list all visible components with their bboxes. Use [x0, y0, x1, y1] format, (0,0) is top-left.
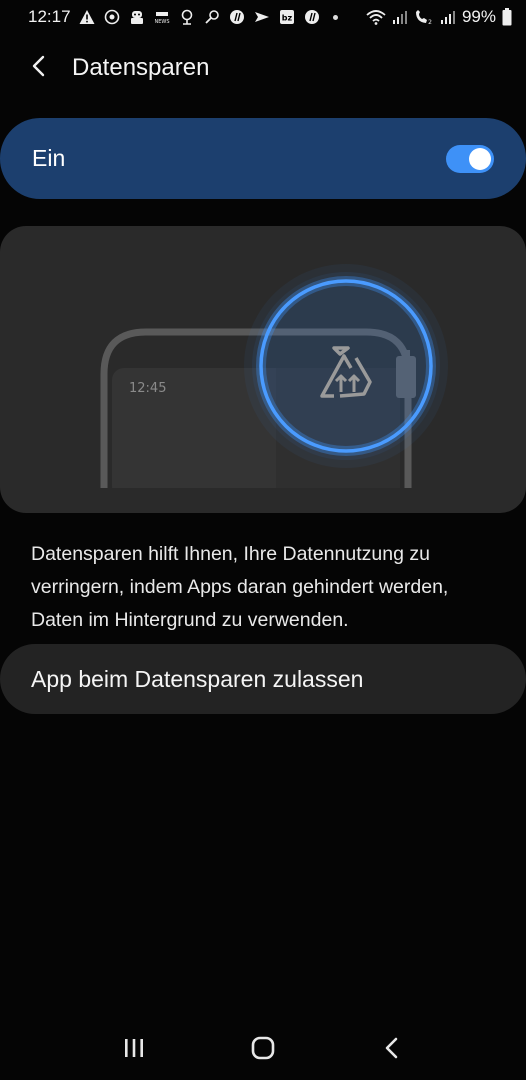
back-icon	[382, 1036, 402, 1065]
system-icons: 2 99%	[366, 7, 512, 27]
target-icon	[104, 9, 120, 25]
data-saver-illustration: 12:45	[100, 264, 448, 488]
svg-text:2: 2	[428, 19, 432, 25]
master-switch-label: Ein	[32, 145, 66, 171]
status-bar: 12:17 NEWS bz 2 99%	[0, 0, 526, 34]
svg-text:bz: bz	[281, 14, 292, 23]
description-text: Datensparen hilft Ihnen, Ihre Datennutzu…	[31, 543, 449, 631]
back-button[interactable]	[12, 40, 68, 96]
recents-button[interactable]	[104, 1020, 164, 1080]
battery-percent: 99%	[461, 7, 496, 26]
notification-icons: NEWS bz	[79, 9, 350, 25]
unrestricted-apps-label: App beim Datensparen zulassen	[31, 665, 364, 692]
navigation-bar	[0, 1020, 526, 1080]
page-title: Datensparen	[72, 54, 210, 81]
call-icon: 2	[414, 9, 434, 25]
browser-icon	[304, 9, 320, 25]
chevron-left-icon	[30, 55, 50, 82]
more-notifications-dot	[332, 14, 338, 20]
battery-icon	[502, 8, 512, 26]
browser-icon	[229, 9, 245, 25]
home-icon	[250, 1036, 276, 1065]
signal-icon	[392, 9, 408, 25]
data-saver-master-switch[interactable]: Ein	[0, 118, 526, 199]
toggle-switch[interactable]	[446, 144, 494, 173]
illustration-card: 12:45	[0, 226, 526, 513]
app-bar: Datensparen	[0, 40, 526, 96]
illustration-clock: 12:45	[129, 381, 166, 396]
data-saver-screen: 12:17 NEWS bz 2 99% Datensparen Ein 12:4…	[0, 0, 526, 1080]
unrestricted-apps-item[interactable]: App beim Datensparen zulassen	[0, 644, 526, 714]
key-icon	[204, 9, 220, 25]
svg-text:NEWS: NEWS	[154, 19, 169, 25]
signal-icon	[440, 9, 456, 25]
wifi-icon	[366, 9, 386, 25]
location-icon	[179, 9, 195, 25]
home-button[interactable]	[233, 1020, 293, 1080]
robot-icon	[129, 9, 145, 25]
vpn-icon	[254, 9, 270, 25]
warning-icon	[79, 9, 95, 25]
recents-icon	[122, 1037, 146, 1064]
toggle-knob	[469, 147, 491, 170]
bz-icon: bz	[279, 9, 295, 25]
status-time: 12:17	[28, 7, 71, 26]
news-icon: NEWS	[154, 9, 170, 25]
nav-back-button[interactable]	[362, 1020, 422, 1080]
